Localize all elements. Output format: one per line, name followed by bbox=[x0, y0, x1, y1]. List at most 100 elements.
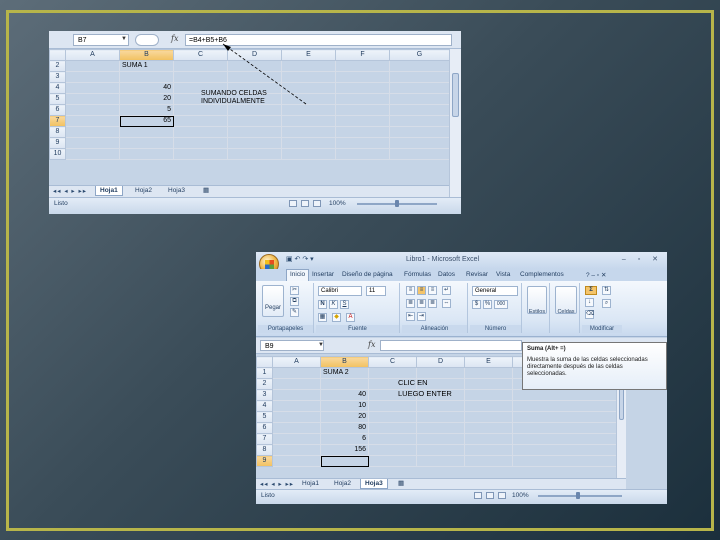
column-header[interactable]: F bbox=[335, 49, 390, 61]
column-header[interactable]: E bbox=[464, 356, 513, 368]
cell[interactable] bbox=[512, 411, 617, 423]
merge-cells-icon[interactable]: ⇔ bbox=[442, 299, 451, 308]
column-header[interactable]: A bbox=[272, 356, 321, 368]
cell[interactable] bbox=[272, 455, 321, 467]
cell[interactable] bbox=[65, 126, 120, 138]
sheet-tab[interactable]: Hoja3 bbox=[360, 479, 388, 489]
scroll-thumb[interactable] bbox=[452, 73, 459, 117]
cell[interactable] bbox=[335, 93, 390, 105]
page-break-icon[interactable] bbox=[498, 492, 506, 499]
cell[interactable] bbox=[335, 137, 390, 149]
cell[interactable] bbox=[173, 60, 228, 72]
clear-icon[interactable]: ⌫ bbox=[585, 310, 594, 319]
cell[interactable]: 5 bbox=[119, 104, 174, 116]
formula-input[interactable] bbox=[380, 340, 522, 351]
cell[interactable] bbox=[272, 444, 321, 456]
tab-revisar[interactable]: Revisar bbox=[466, 271, 488, 278]
cell[interactable] bbox=[119, 126, 174, 138]
cell[interactable]: 80 bbox=[320, 422, 369, 434]
cell[interactable]: 40 bbox=[119, 82, 174, 94]
borders-icon[interactable]: ▦ bbox=[318, 313, 327, 322]
row-header[interactable]: 3 bbox=[256, 389, 273, 401]
cell[interactable]: 20 bbox=[119, 93, 174, 105]
fill-icon[interactable]: ↓ bbox=[585, 298, 594, 307]
cell[interactable] bbox=[272, 433, 321, 445]
window-controls[interactable]: – ▫ ✕ bbox=[622, 255, 663, 263]
sort-filter-icon[interactable]: ⇅ bbox=[602, 286, 611, 295]
cell[interactable] bbox=[281, 104, 336, 116]
cut-icon[interactable]: ✂ bbox=[290, 286, 299, 295]
column-header[interactable]: C bbox=[368, 356, 417, 368]
page-layout-icon[interactable] bbox=[486, 492, 494, 499]
tab-formulas[interactable]: Fórmulas bbox=[404, 271, 431, 278]
new-sheet-icon[interactable]: ▦ bbox=[394, 479, 408, 489]
normal-view-icon[interactable] bbox=[474, 492, 482, 499]
cell[interactable] bbox=[65, 115, 120, 127]
cell[interactable] bbox=[416, 444, 465, 456]
cell[interactable] bbox=[335, 148, 390, 160]
cell[interactable] bbox=[227, 148, 282, 160]
zoom-level[interactable]: 100% bbox=[329, 200, 346, 207]
percent-button[interactable]: % bbox=[483, 300, 492, 309]
cell[interactable] bbox=[272, 400, 321, 412]
cell[interactable] bbox=[389, 104, 450, 116]
cell[interactable] bbox=[464, 411, 513, 423]
bold-button[interactable]: N bbox=[318, 300, 327, 309]
row-header[interactable]: 8 bbox=[49, 126, 66, 138]
cell[interactable] bbox=[272, 378, 321, 390]
cell[interactable]: 156 bbox=[320, 444, 369, 456]
sheet-nav-arrows[interactable]: ◂◂ ◂ ▸ ▸▸ bbox=[260, 480, 294, 488]
cell[interactable] bbox=[227, 115, 282, 127]
cell[interactable] bbox=[227, 104, 282, 116]
thousands-button[interactable]: 000 bbox=[494, 300, 508, 309]
column-header[interactable]: D bbox=[416, 356, 465, 368]
sheet-tab[interactable]: Hoja2 bbox=[330, 479, 355, 489]
cell[interactable] bbox=[173, 71, 228, 83]
row-header[interactable]: 4 bbox=[256, 400, 273, 412]
cell[interactable] bbox=[281, 115, 336, 127]
cell[interactable] bbox=[119, 71, 174, 83]
wrap-text-icon[interactable]: ↵ bbox=[442, 286, 451, 295]
cell[interactable] bbox=[173, 137, 228, 149]
cell[interactable] bbox=[512, 444, 617, 456]
zoom-slider-knob[interactable] bbox=[576, 492, 580, 499]
cell[interactable] bbox=[335, 115, 390, 127]
tab-diseno[interactable]: Diseño de página bbox=[342, 271, 393, 278]
cell[interactable] bbox=[389, 71, 450, 83]
row-header[interactable]: 6 bbox=[49, 104, 66, 116]
font-size-select[interactable]: 11 bbox=[366, 286, 386, 296]
cell[interactable] bbox=[416, 400, 465, 412]
row-header[interactable]: 1 bbox=[256, 367, 273, 379]
cell[interactable] bbox=[416, 433, 465, 445]
currency-button[interactable]: $ bbox=[472, 300, 481, 309]
cell[interactable] bbox=[464, 433, 513, 445]
cell[interactable] bbox=[368, 422, 417, 434]
row-header[interactable]: 9 bbox=[256, 455, 273, 467]
cell[interactable] bbox=[281, 82, 336, 94]
name-box[interactable]: B9 bbox=[260, 340, 324, 351]
cell[interactable] bbox=[272, 411, 321, 423]
row-header[interactable]: 7 bbox=[49, 115, 66, 127]
new-sheet-icon[interactable]: ▦ bbox=[199, 186, 213, 196]
cell[interactable] bbox=[389, 137, 450, 149]
cell[interactable] bbox=[65, 82, 120, 94]
cell[interactable] bbox=[173, 104, 228, 116]
cell[interactable]: SUMA 2 bbox=[320, 367, 369, 379]
help-icon[interactable]: ? – ▫ ✕ bbox=[586, 271, 606, 279]
cell[interactable] bbox=[512, 455, 617, 467]
autosum-button[interactable]: Σ bbox=[585, 286, 597, 295]
copy-icon[interactable]: ⧉ bbox=[290, 297, 299, 306]
cell[interactable] bbox=[173, 115, 228, 127]
cell[interactable]: 40 bbox=[320, 389, 369, 401]
cell[interactable] bbox=[65, 60, 120, 72]
cell[interactable] bbox=[119, 137, 174, 149]
fx-icon[interactable]: fx bbox=[171, 34, 178, 43]
select-all-corner[interactable] bbox=[256, 356, 273, 368]
cell[interactable] bbox=[281, 93, 336, 105]
column-header[interactable]: G bbox=[389, 49, 450, 61]
cell[interactable] bbox=[281, 126, 336, 138]
column-header[interactable]: D bbox=[227, 49, 282, 61]
cell[interactable] bbox=[416, 411, 465, 423]
find-select-icon[interactable]: ⌕ bbox=[602, 299, 611, 308]
cell[interactable] bbox=[416, 455, 465, 467]
